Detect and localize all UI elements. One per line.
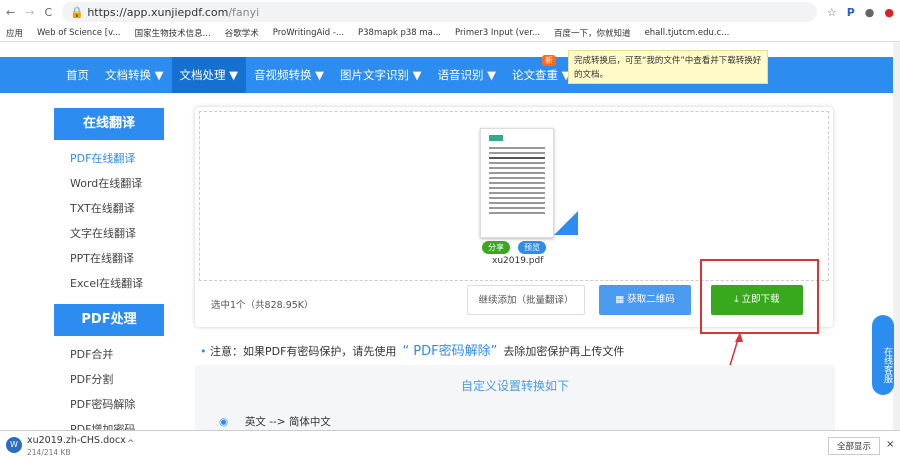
bookmark[interactable]: 国家生物技术信息... xyxy=(135,27,211,39)
nav-doc-convert[interactable]: 文档转换 ▼ xyxy=(97,57,172,93)
profile-icon[interactable]: ● xyxy=(865,6,875,19)
bookmark[interactable]: Web of Science [v... xyxy=(37,28,121,38)
show-all-button[interactable]: 全部显示 xyxy=(828,437,881,455)
back-icon[interactable]: ← xyxy=(6,6,15,19)
close-icon[interactable]: × xyxy=(886,439,894,450)
bookmark[interactable]: Primer3 Input (ver... xyxy=(455,28,540,38)
selection-info: 选中1个（共828.95K） xyxy=(211,300,314,311)
nav-home[interactable]: 首页 xyxy=(58,57,97,93)
notice-suffix: 去除加密保护再上传文件 xyxy=(503,345,625,358)
nav-ocr[interactable]: 图片文字识别 ▼ xyxy=(332,57,430,93)
qr-label: 获取二维码 xyxy=(627,294,675,305)
download-file-name[interactable]: xu2019.zh-CHS.docx xyxy=(27,435,126,446)
sidebar: 在线翻译 PDF在线翻译 Word在线翻译 TXT在线翻译 文字在线翻译 PPT… xyxy=(54,108,164,442)
sidebar-header: 在线翻译 xyxy=(54,108,164,140)
url-path: /fanyi xyxy=(228,5,260,19)
language-option[interactable]: ◉ 英文 --> 简体中文 xyxy=(219,414,331,429)
sidebar-item[interactable]: PDF密码解除 xyxy=(54,392,164,417)
share-button[interactable]: 分享 xyxy=(482,241,510,254)
sidebar-item[interactable]: PDF在线翻译 xyxy=(54,146,164,171)
nav-av-convert[interactable]: 音视频转换 ▼ xyxy=(246,57,332,93)
bookmark[interactable]: 百度一下，你就知道 xyxy=(554,27,631,39)
tooltip: 完成转换后，可至“我的文件”中查看并下载转换好的文档。 xyxy=(568,50,768,84)
star-icon[interactable]: ☆ xyxy=(827,6,837,19)
add-more-button[interactable]: 继续添加（批量翻译） xyxy=(467,285,585,315)
bookmark[interactable]: P38mapk p38 ma... xyxy=(358,28,441,38)
language-option-label: 英文 --> 简体中文 xyxy=(244,416,331,428)
settings-panel: 自定义设置转换如下 ◉ 英文 --> 简体中文 xyxy=(195,365,835,430)
nav-speech[interactable]: 语音识别 ▼ xyxy=(430,57,505,93)
new-badge: 新 xyxy=(542,55,556,66)
reload-icon[interactable]: C xyxy=(44,6,52,19)
customer-service-button[interactable]: 在线客服 xyxy=(872,315,894,395)
scrollbar[interactable] xyxy=(893,42,900,430)
address-bar-row: ← → C 🔒 https://app.xunjiepdf.com/fanyi … xyxy=(0,0,900,24)
settings-title: 自定义设置转换如下 xyxy=(460,379,569,393)
notice: • 注意：如果PDF有密码保护，请先使用 “ PDF密码解除” 去除加密保护再上传文… xyxy=(200,344,625,359)
download-shelf: W xu2019.zh-CHS.docx 214/214 KB ^ 全部显示 × xyxy=(0,430,900,460)
radio-selected-icon[interactable]: ◉ xyxy=(219,416,228,428)
forward-icon[interactable]: → xyxy=(25,6,34,19)
menu-icon[interactable]: ● xyxy=(884,6,894,19)
sidebar-item[interactable]: 文字在线翻译 xyxy=(54,221,164,246)
qr-icon: ▦ xyxy=(615,294,628,305)
sidebar-header: PDF处理 xyxy=(54,304,164,336)
drop-zone[interactable]: 分享 预览 xu2019.pdf xyxy=(199,111,829,281)
selected-check-icon xyxy=(554,211,578,235)
customer-service-label: 在线客服 xyxy=(882,347,892,383)
nav-doc-process[interactable]: 文档处理 ▼ xyxy=(171,57,246,93)
bookmark[interactable]: ProWritingAid -... xyxy=(273,28,344,38)
chevron-up-icon[interactable]: ^ xyxy=(127,439,135,449)
sidebar-item[interactable]: Excel在线翻译 xyxy=(54,271,164,296)
notice-text: 注意：如果PDF有密码保护，请先使用 xyxy=(210,345,397,358)
word-file-icon: W xyxy=(6,437,22,453)
bookmark[interactable]: 谷歌学术 xyxy=(225,27,259,39)
preview-button[interactable]: 预览 xyxy=(518,241,546,254)
qr-code-button[interactable]: ▦ 获取二维码 xyxy=(599,285,691,315)
download-size: 214/214 KB xyxy=(27,448,71,457)
sidebar-item[interactable]: PPT在线翻译 xyxy=(54,246,164,271)
sidebar-item[interactable]: TXT在线翻译 xyxy=(54,196,164,221)
bookmark[interactable]: 应用 xyxy=(6,27,23,39)
sidebar-item[interactable]: PDF分割 xyxy=(54,367,164,392)
pdf-unlock-link[interactable]: “ PDF密码解除” xyxy=(402,344,497,359)
file-name: xu2019.pdf xyxy=(492,256,544,266)
url-host: https://app.xunjiepdf.com xyxy=(87,5,229,19)
url-input[interactable]: 🔒 https://app.xunjiepdf.com/fanyi xyxy=(62,2,817,22)
extension-icon[interactable]: P xyxy=(847,6,855,19)
file-thumbnail[interactable] xyxy=(480,128,554,238)
bookmarks-bar: 应用 Web of Science [v... 国家生物技术信息... 谷歌学术… xyxy=(0,24,900,42)
sidebar-item[interactable]: Word在线翻译 xyxy=(54,171,164,196)
sidebar-item[interactable]: PDF合并 xyxy=(54,342,164,367)
bookmark[interactable]: ehall.tjutcm.edu.c... xyxy=(645,28,730,38)
highlight-box xyxy=(700,259,819,334)
